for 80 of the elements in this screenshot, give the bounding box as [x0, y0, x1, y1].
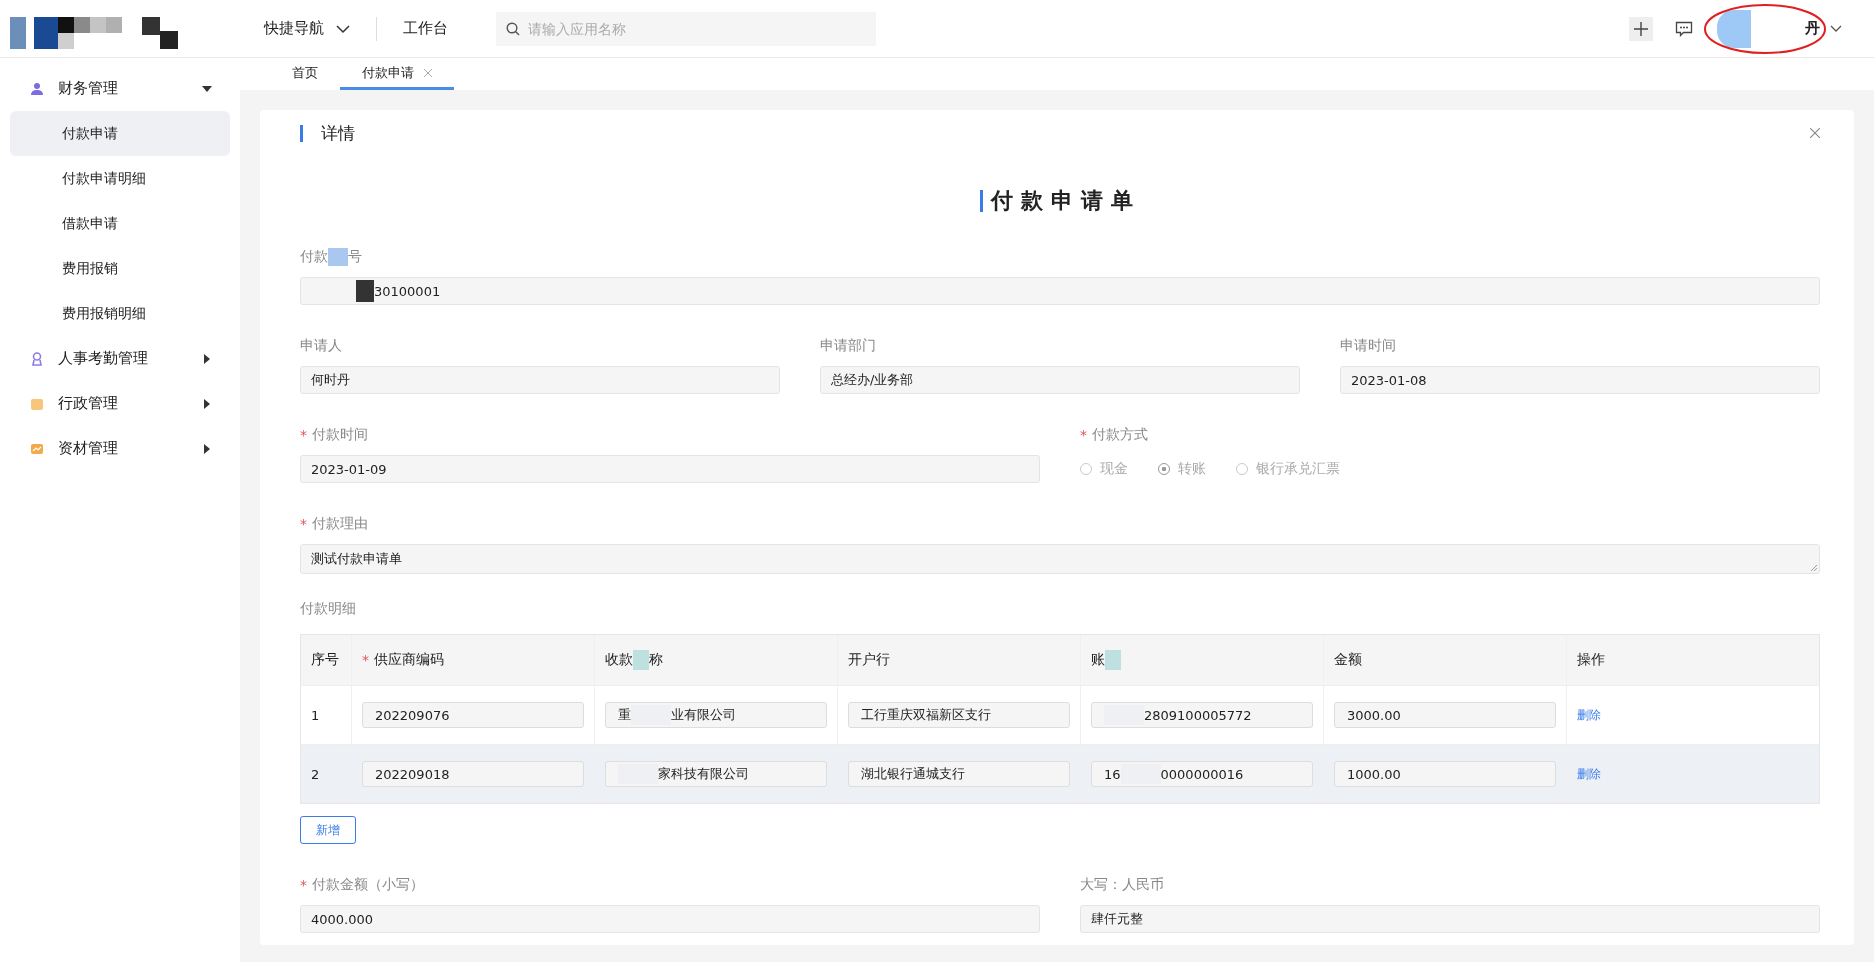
redaction-block: [1105, 650, 1121, 670]
field-label: 申请人: [300, 337, 342, 355]
cell-input[interactable]: 16 0000000016: [1091, 761, 1313, 787]
workbench-link[interactable]: 工作台: [391, 19, 460, 38]
column-header: 金额: [1334, 651, 1362, 669]
cell-input[interactable]: 1000.00: [1334, 761, 1556, 787]
input-field[interactable]: 何时丹: [300, 366, 780, 394]
field-label: 付款方式: [1092, 426, 1148, 444]
sidebar-item[interactable]: 借款申请: [10, 201, 230, 246]
sidebar-group[interactable]: 资材管理: [0, 426, 240, 471]
sidebar-item[interactable]: 费用报销: [10, 246, 230, 291]
sidebar-group[interactable]: 行政管理: [0, 381, 240, 426]
sidebar-item[interactable]: 费用报销明细: [10, 291, 230, 336]
sidebar-group[interactable]: 财务管理: [0, 66, 240, 111]
input-field[interactable]: 30100001: [300, 277, 1820, 305]
column-header: 供应商编码: [374, 651, 444, 669]
form-title: 付款申请单: [990, 187, 1141, 215]
badge-icon: [30, 351, 44, 366]
folder-icon: [30, 396, 44, 411]
quick-nav-dropdown[interactable]: 快捷导航: [252, 19, 362, 38]
required-mark: *: [1080, 427, 1087, 443]
field-label: 付款时间: [312, 426, 368, 444]
table-row[interactable]: 1 202209076 重 业有限公司 工行重庆双福新区支行 2809100005772 3000.00 删除: [301, 685, 1819, 744]
input-field[interactable]: 肆仟元整: [1080, 905, 1820, 933]
required-mark: *: [300, 427, 307, 443]
column-header: 开户行: [848, 651, 890, 669]
column-header: 序号: [311, 651, 339, 669]
required-mark: *: [300, 516, 307, 532]
sidebar-group[interactable]: 人事考勤管理: [0, 336, 240, 381]
field-label: 付款金额（小写）: [312, 876, 424, 894]
field-label: 申请部门: [820, 337, 876, 355]
input-field[interactable]: 总经办/业务部: [820, 366, 1300, 394]
cell-input[interactable]: 重 业有限公司: [605, 702, 827, 728]
cell-input[interactable]: 202209018: [362, 761, 584, 787]
panel-title: 详情: [321, 121, 355, 145]
input-field[interactable]: 2023-01-09: [300, 455, 1040, 483]
redaction-block: [633, 650, 649, 670]
user-name[interactable]: 丹: [1805, 19, 1820, 38]
cell-input[interactable]: 3000.00: [1334, 702, 1556, 728]
column-header: 收款: [605, 651, 633, 669]
avatar[interactable]: [1717, 9, 1751, 48]
cell-input[interactable]: 202209076: [362, 702, 584, 728]
column-header: 操作: [1577, 651, 1605, 669]
delete-link[interactable]: 删除: [1577, 706, 1601, 724]
person-icon: [30, 81, 44, 96]
row-number: 1: [311, 707, 320, 723]
cell-input[interactable]: 湖北银行通城支行: [848, 761, 1070, 787]
resize-handle-icon[interactable]: [1810, 564, 1817, 571]
field-label: 大写：人民币: [1080, 876, 1164, 894]
cell-input[interactable]: 2809100005772: [1091, 702, 1313, 728]
tab[interactable]: 首页: [270, 58, 340, 90]
column-header: 称: [649, 651, 663, 669]
row-number: 2: [311, 766, 320, 782]
search-field[interactable]: 请输入应用名称: [496, 11, 876, 46]
delete-link[interactable]: 删除: [1577, 765, 1601, 783]
close-icon[interactable]: [1810, 128, 1820, 138]
column-header: 账: [1091, 651, 1105, 669]
field-label: 申请时间: [1340, 337, 1396, 355]
cell-input[interactable]: 工行重庆双福新区支行: [848, 702, 1070, 728]
text-area[interactable]: 测试付款申请单: [300, 544, 1820, 574]
message-icon[interactable]: [1675, 20, 1693, 37]
redaction-block: [328, 248, 348, 266]
required-mark: *: [300, 877, 307, 893]
field-label: 付款理由: [312, 515, 368, 533]
chevron-down-icon: [336, 23, 350, 34]
input-field[interactable]: 4000.000: [300, 905, 1040, 933]
field-label: 号: [348, 248, 362, 266]
sidebar-item[interactable]: 付款申请明细: [10, 156, 230, 201]
add-button[interactable]: [1629, 16, 1653, 41]
section-label: 付款明细: [300, 600, 356, 618]
chevron-down-icon[interactable]: [1830, 24, 1842, 33]
add-row-button[interactable]: 新增: [300, 816, 356, 844]
sidebar-item[interactable]: 付款申请: [10, 111, 230, 156]
plus-icon: [1634, 21, 1648, 36]
required-mark: *: [362, 652, 369, 668]
input-field[interactable]: 2023-01-08: [1340, 366, 1820, 394]
field-label: 付款: [300, 248, 328, 266]
chart-icon: [30, 441, 44, 456]
table-row[interactable]: 2 202209018 家科技有限公司 湖北银行通城支行 16 0000000016 1000.00 删除: [301, 744, 1819, 803]
cell-input[interactable]: 家科技有限公司: [605, 761, 827, 787]
